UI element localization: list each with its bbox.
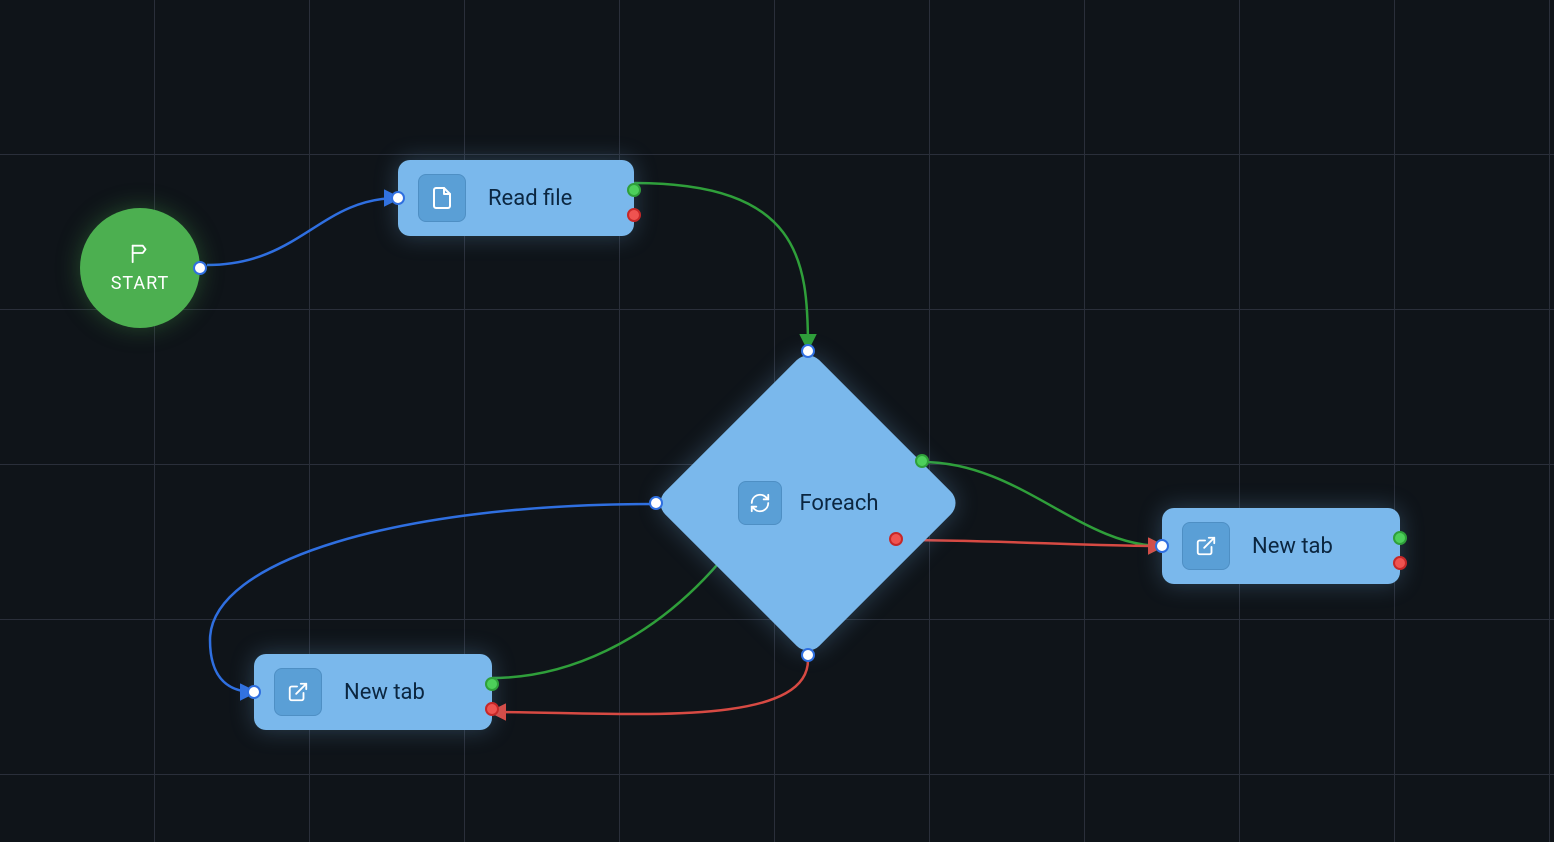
edge[interactable] (207, 198, 398, 265)
port-success[interactable] (627, 183, 641, 197)
port-error[interactable] (485, 702, 499, 716)
foreach-node[interactable]: Foreach (653, 348, 963, 658)
workflow-canvas[interactable]: START Read file Foreac (0, 0, 1554, 842)
file-icon (418, 174, 466, 222)
port-input[interactable] (247, 685, 261, 699)
node-label: New tab (1252, 534, 1333, 559)
node-label: Read file (488, 186, 572, 211)
port-success[interactable] (915, 454, 929, 468)
readfile-node[interactable]: Read file (398, 160, 634, 236)
external-link-icon (274, 668, 322, 716)
port-error[interactable] (1393, 556, 1407, 570)
port-input-left[interactable] (649, 496, 663, 510)
port-success[interactable] (1393, 531, 1407, 545)
start-label: START (111, 273, 170, 294)
newtab-node-1[interactable]: New tab (254, 654, 492, 730)
node-label: New tab (344, 680, 425, 705)
port-success[interactable] (485, 677, 499, 691)
newtab-node-2[interactable]: New tab (1162, 508, 1400, 584)
port-input[interactable] (391, 191, 405, 205)
loop-icon (738, 481, 782, 525)
edge[interactable] (492, 660, 808, 714)
port-error[interactable] (627, 208, 641, 222)
port-output[interactable] (193, 261, 207, 275)
edge[interactable] (634, 183, 808, 348)
port-error[interactable] (889, 532, 903, 546)
flag-icon (129, 242, 151, 269)
external-link-icon (1182, 522, 1230, 570)
port-input[interactable] (1155, 539, 1169, 553)
port-output-bottom[interactable] (801, 648, 815, 662)
node-label: Foreach (800, 491, 879, 516)
start-node[interactable]: START (80, 208, 200, 328)
port-input-top[interactable] (801, 344, 815, 358)
